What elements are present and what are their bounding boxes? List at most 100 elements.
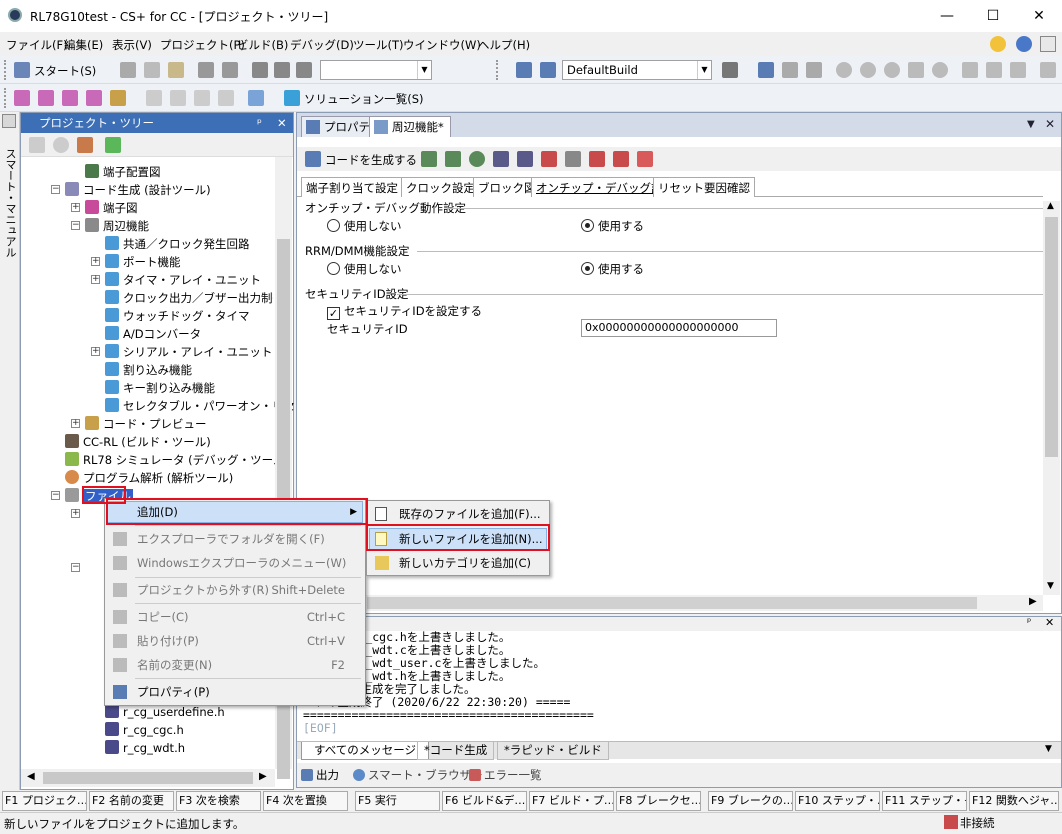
expand-icon[interactable]: + xyxy=(71,419,80,428)
fkey-f4[interactable]: F4 次を置換 xyxy=(263,791,348,811)
pin-icon[interactable]: ᵖ xyxy=(257,113,262,133)
menu-build[interactable]: ビルド(B) xyxy=(237,37,288,53)
menu-item-open-folder[interactable]: エクスプローラでフォルダを開く(F) xyxy=(107,527,363,551)
serial-icon[interactable] xyxy=(565,151,581,167)
scroll-up-icon[interactable]: ▲ xyxy=(1047,201,1054,211)
tree-item-timer[interactable]: タイマ・アレイ・ユニット xyxy=(105,271,261,289)
step-over-icon[interactable] xyxy=(986,62,1002,78)
menu-item-properties[interactable]: プロパティ(P) xyxy=(107,680,363,704)
menu-help[interactable]: ヘルプ(H) xyxy=(478,37,530,53)
window-icon[interactable] xyxy=(146,90,162,106)
smiley-icon[interactable] xyxy=(990,36,1006,52)
link-icon[interactable] xyxy=(517,151,533,167)
scroll-right-icon[interactable]: ▶ xyxy=(1029,596,1037,607)
menu-edit[interactable]: 編集(E) xyxy=(64,37,103,53)
settings-scrollbar[interactable]: ▲ ▼ xyxy=(1043,201,1060,595)
redo-icon[interactable] xyxy=(222,62,238,78)
tab-error-list[interactable]: エラー一覧 xyxy=(469,767,542,783)
fkey-f3[interactable]: F3 次を検索 xyxy=(176,791,261,811)
close-pane-icon[interactable]: ✕ xyxy=(277,113,287,133)
settings-hscrollbar[interactable]: ▶ xyxy=(297,595,1043,611)
pin-icon[interactable]: ᵖ xyxy=(1027,617,1031,628)
tab-peripheral[interactable]: 周辺機能* xyxy=(369,116,451,137)
tab-output[interactable]: 出力 xyxy=(301,767,339,783)
menu-project[interactable]: プロジェクト(P) xyxy=(160,37,245,53)
step-out-icon[interactable] xyxy=(1010,62,1026,78)
tree-item-key-interrupt[interactable]: キー割り込み機能 xyxy=(105,379,215,397)
tree-item-clock-gen[interactable]: 共通／クロック発生回路 xyxy=(105,235,250,253)
fkey-f9[interactable]: F9 ブレークの… xyxy=(708,791,793,811)
rrm-no-radio[interactable]: 使用しない xyxy=(327,261,402,277)
subtab-reset[interactable]: リセット要因確認 xyxy=(653,177,755,197)
tree-hscrollbar[interactable]: ◀ ▶ xyxy=(21,769,275,787)
stop-icon[interactable] xyxy=(836,62,852,78)
fkey-f5[interactable]: F5 実行 xyxy=(355,791,440,811)
scroll-down-icon[interactable]: ▼ xyxy=(1047,581,1054,591)
fkey-f8[interactable]: F8 ブレークセ… xyxy=(616,791,701,811)
paste-icon[interactable] xyxy=(168,62,184,78)
minimize-button[interactable]: — xyxy=(924,0,970,32)
tab-rapid-build[interactable]: *ラピッド・ビルド xyxy=(497,742,609,760)
tree-item-code-preview[interactable]: コード・プレビュー xyxy=(85,415,207,433)
tree-item-watchdog[interactable]: ウォッチドッグ・タイマ xyxy=(105,307,250,325)
indent-icon[interactable] xyxy=(218,90,234,106)
sec-id-input[interactable]: 0x00000000000000000000 xyxy=(581,319,777,337)
step-icon[interactable] xyxy=(908,62,924,78)
bookmark-clear-icon[interactable] xyxy=(86,90,102,106)
find-next-icon[interactable] xyxy=(274,62,290,78)
sort-icon[interactable] xyxy=(29,137,45,153)
fkey-f7[interactable]: F7 ビルド・プ… xyxy=(529,791,614,811)
step-in-icon[interactable] xyxy=(962,62,978,78)
tree-item-interrupt[interactable]: 割り込み機能 xyxy=(105,361,192,379)
pin-icon[interactable] xyxy=(421,151,437,167)
build-icon[interactable] xyxy=(516,62,532,78)
toolbar-grip-3[interactable] xyxy=(4,88,8,108)
comment-icon[interactable] xyxy=(170,90,186,106)
expand-icon[interactable]: + xyxy=(91,257,100,266)
expand-icon[interactable]: + xyxy=(71,509,80,518)
menu-debug[interactable]: デバッグ(D) xyxy=(290,37,354,53)
find-icon[interactable] xyxy=(252,62,268,78)
close-tab-icon[interactable]: ✕ xyxy=(1045,117,1055,131)
menu-tools[interactable]: ツール(T) xyxy=(353,37,404,53)
reset-icon[interactable] xyxy=(806,62,822,78)
maximize-button[interactable]: ☐ xyxy=(970,0,1016,32)
ocd-yes-radio[interactable]: 使用する xyxy=(581,218,644,234)
toolbar-grip-2[interactable] xyxy=(496,60,500,80)
scroll-down-icon[interactable]: ▼ xyxy=(1045,744,1052,754)
hscroll-thumb[interactable] xyxy=(367,597,977,609)
tool-icon[interactable] xyxy=(1040,62,1056,78)
chevron-down-icon[interactable]: ▼ xyxy=(697,61,711,79)
chevron-down-icon[interactable]: ▼ xyxy=(417,61,431,79)
tree-item-file[interactable]: r_cg_wdt.h xyxy=(105,739,185,757)
back-icon[interactable] xyxy=(932,62,948,78)
bookmark-prev-icon[interactable] xyxy=(62,90,78,106)
tab-code-gen[interactable]: *コード生成 xyxy=(417,742,495,760)
hammer-icon[interactable] xyxy=(722,62,738,78)
run-cpu-icon[interactable] xyxy=(884,62,900,78)
fkey-f6[interactable]: F6 ビルド&デ… xyxy=(442,791,527,811)
menu-item-copy[interactable]: コピー(C) Ctrl+C xyxy=(107,605,363,629)
tree-item-peripheral[interactable]: 周辺機能 xyxy=(85,217,149,235)
tree-item-ccrl[interactable]: CC-RL (ビルド・ツール) xyxy=(65,433,211,451)
run-icon[interactable] xyxy=(860,62,876,78)
build-config-select[interactable]: DefaultBuild ▼ xyxy=(562,60,712,80)
debug-build-icon[interactable] xyxy=(782,62,798,78)
scroll-left-icon[interactable]: ◀ xyxy=(27,771,35,782)
bookmark-icon[interactable] xyxy=(14,90,30,106)
toolbar-grip[interactable] xyxy=(4,60,8,80)
reset-icon[interactable] xyxy=(637,151,653,167)
timer-icon[interactable] xyxy=(469,151,485,167)
adc-icon[interactable] xyxy=(541,151,557,167)
menu-window[interactable]: ウインドウ(W) xyxy=(403,37,481,53)
expand-icon[interactable]: + xyxy=(91,275,100,284)
submenu-item-add-existing[interactable]: 既存のファイルを追加(F)... xyxy=(369,502,547,526)
undo-icon[interactable] xyxy=(198,62,214,78)
user-icon[interactable] xyxy=(77,137,93,153)
fkey-f12[interactable]: F12 関数へジャ… xyxy=(969,791,1059,811)
menu-item-explorer-menu[interactable]: Windowsエクスプローラのメニュー(W) xyxy=(107,551,363,575)
book-icon[interactable] xyxy=(2,114,16,128)
tree-item-pin-layout[interactable]: 端子配置図 xyxy=(85,163,161,181)
tree-item-simulator[interactable]: RL78 シミュレータ (デバッグ・ツール) xyxy=(65,451,289,469)
scroll-right-icon[interactable]: ▶ xyxy=(259,771,267,782)
